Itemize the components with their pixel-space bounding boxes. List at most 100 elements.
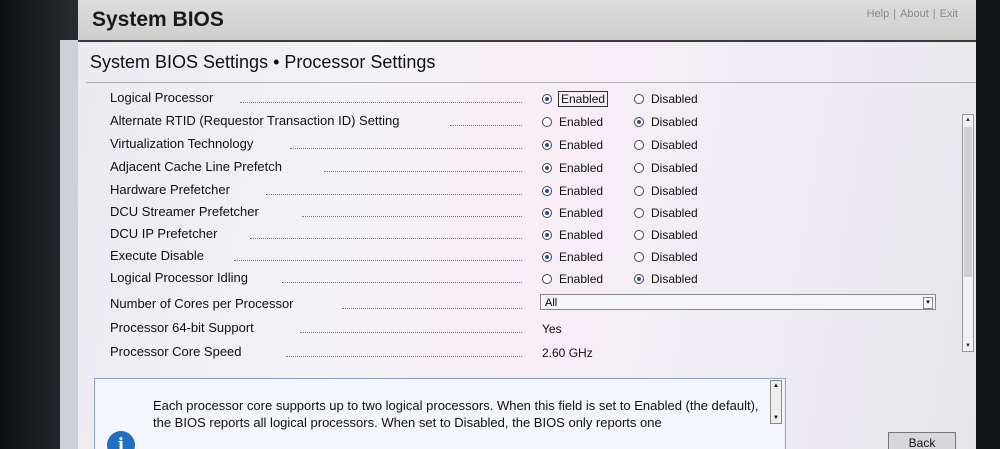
radio-empty-icon: [634, 94, 644, 104]
radio-selected-icon: [542, 186, 552, 196]
setting-label: Virtualization Technology: [110, 136, 254, 151]
radio-empty-icon: [542, 117, 552, 127]
info-icon: i: [107, 431, 135, 449]
setting-label: Hardware Prefetcher: [110, 182, 230, 197]
radio-enabled[interactable]: Enabled: [542, 138, 603, 152]
setting-label: Logical Processor Idling: [110, 270, 249, 285]
settings-panel: Logical Processor Enabled Disabled Alter…: [98, 86, 974, 376]
radio-disabled[interactable]: Disabled: [634, 228, 698, 242]
leader-dots: [302, 216, 522, 217]
radio-empty-icon: [634, 163, 644, 173]
radio-empty-icon: [634, 252, 644, 262]
dropdown-arrow-icon: ▾: [923, 297, 933, 309]
help-scrollbar[interactable]: ▲ ▼: [770, 380, 782, 424]
header-links: Help | About | Exit: [867, 8, 958, 20]
radio-enabled[interactable]: Enabled: [542, 272, 603, 286]
setting-label: Processor 64-bit Support: [110, 320, 254, 335]
leader-dots: [240, 102, 522, 103]
setting-label: DCU Streamer Prefetcher: [110, 204, 259, 219]
radio-selected-icon: [542, 140, 552, 150]
bios-screen: System BIOS Help | About | Exit System BIOS …: [0, 0, 1000, 449]
setting-row-hardware-prefetcher: Hardware Prefetcher Enabled Disabled: [110, 182, 950, 202]
leader-dots: [290, 148, 522, 149]
radio-selected-icon: [542, 163, 552, 173]
radio-enabled[interactable]: Enabled: [542, 206, 603, 220]
back-button[interactable]: Back: [888, 432, 956, 449]
setting-row-virtualization: Virtualization Technology Enabled Disabl…: [110, 136, 950, 156]
radio-disabled[interactable]: Disabled: [634, 184, 698, 198]
help-link[interactable]: Help: [867, 8, 890, 20]
title-bar: System BIOS Help | About | Exit: [78, 0, 976, 42]
setting-row-processor-idling: Logical Processor Idling Enabled Disable…: [110, 270, 950, 290]
radio-disabled[interactable]: Disabled: [634, 161, 698, 175]
setting-row-logical-processor: Logical Processor Enabled Disabled: [110, 90, 950, 110]
radio-selected-icon: [542, 230, 552, 240]
radio-disabled[interactable]: Disabled: [634, 115, 698, 129]
settings-scrollbar[interactable]: ▲ ▼: [962, 114, 974, 352]
radio-empty-icon: [634, 140, 644, 150]
setting-label: Adjacent Cache Line Prefetch: [110, 159, 282, 174]
radio-enabled[interactable]: Enabled: [542, 228, 603, 242]
left-margin: [60, 40, 78, 449]
scroll-up-icon[interactable]: ▲: [964, 116, 972, 124]
setting-label: Execute Disable: [110, 248, 204, 263]
setting-label: Processor Core Speed: [110, 344, 242, 359]
cores-dropdown[interactable]: All ▾: [540, 294, 936, 310]
setting-row-64bit: Processor 64-bit Support Yes: [110, 320, 950, 340]
link-separator: |: [893, 8, 897, 20]
setting-row-core-speed: Processor Core Speed 2.60 GHz: [110, 344, 950, 364]
about-link[interactable]: About: [900, 8, 929, 20]
radio-enabled[interactable]: Enabled: [542, 250, 603, 264]
radio-empty-icon: [634, 186, 644, 196]
exit-link[interactable]: Exit: [940, 8, 958, 20]
setting-row-cores: Number of Cores per Processor All ▾: [110, 294, 950, 316]
radio-empty-icon: [542, 274, 552, 284]
leader-dots: [324, 171, 522, 172]
leader-dots: [286, 356, 522, 357]
radio-disabled[interactable]: Disabled: [634, 250, 698, 264]
setting-row-dcu-ip: DCU IP Prefetcher Enabled Disabled: [110, 226, 950, 246]
heading-divider: [86, 82, 976, 83]
radio-enabled[interactable]: Enabled: [542, 91, 609, 107]
help-text: Each processor core supports up to two l…: [153, 398, 759, 430]
scroll-thumb[interactable]: [964, 127, 972, 277]
leader-dots: [234, 260, 522, 261]
readonly-value: Yes: [542, 322, 562, 336]
radio-disabled[interactable]: Disabled: [634, 272, 698, 286]
setting-row-adjacent-cache: Adjacent Cache Line Prefetch Enabled Dis…: [110, 159, 950, 179]
setting-row-dcu-streamer: DCU Streamer Prefetcher Enabled Disabled: [110, 204, 950, 224]
radio-disabled[interactable]: Disabled: [634, 206, 698, 220]
leader-dots: [450, 125, 522, 126]
radio-selected-icon: [634, 117, 644, 127]
radio-empty-icon: [634, 208, 644, 218]
page-heading: System BIOS Settings • Processor Setting…: [90, 52, 436, 72]
scroll-down-icon[interactable]: ▼: [964, 342, 972, 350]
radio-empty-icon: [634, 230, 644, 240]
radio-disabled[interactable]: Disabled: [634, 92, 698, 106]
setting-row-alternate-rtid: Alternate RTID (Requestor Transaction ID…: [110, 113, 950, 133]
radio-disabled[interactable]: Disabled: [634, 138, 698, 152]
scroll-up-icon[interactable]: ▲: [772, 382, 780, 390]
setting-label: Logical Processor: [110, 90, 214, 105]
setting-label: Number of Cores per Processor: [110, 296, 294, 311]
leader-dots: [282, 282, 522, 283]
setting-label: Alternate RTID (Requestor Transaction ID…: [110, 113, 400, 128]
window-title: System BIOS: [92, 8, 224, 31]
radio-enabled[interactable]: Enabled: [542, 184, 603, 198]
radio-enabled[interactable]: Enabled: [542, 161, 603, 175]
radio-selected-icon: [542, 208, 552, 218]
radio-selected-icon: [542, 94, 552, 104]
scroll-down-icon[interactable]: ▼: [772, 414, 780, 422]
leader-dots: [266, 194, 522, 195]
setting-row-execute-disable: Execute Disable Enabled Disabled: [110, 248, 950, 268]
setting-label: DCU IP Prefetcher: [110, 226, 218, 241]
link-separator: |: [932, 8, 936, 20]
radio-enabled[interactable]: Enabled: [542, 115, 603, 129]
dropdown-value: All: [545, 297, 558, 309]
help-panel: i Each processor core supports up to two…: [94, 378, 786, 449]
leader-dots: [250, 238, 522, 239]
leader-dots: [300, 332, 522, 333]
radio-selected-icon: [542, 252, 552, 262]
leader-dots: [342, 308, 522, 309]
screen-bezel-right: [976, 0, 1000, 449]
